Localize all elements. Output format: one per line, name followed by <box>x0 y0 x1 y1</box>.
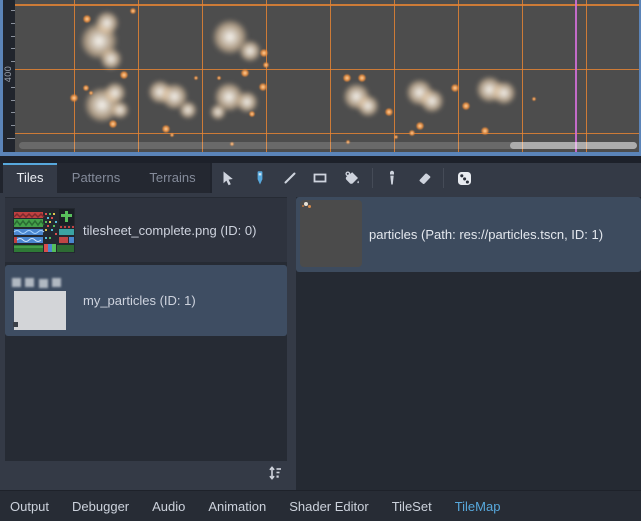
line-tool[interactable] <box>278 166 302 190</box>
particle-spark <box>385 108 394 117</box>
paint-tool[interactable] <box>248 166 272 190</box>
ruler-tick <box>11 125 15 126</box>
particle-spark <box>358 74 367 83</box>
grid-line-vertical <box>138 0 140 152</box>
bottom-tab-output[interactable]: Output <box>10 499 49 514</box>
list-item-tilesheet[interactable]: tilesheet_complete.png (ID: 0) <box>5 198 287 262</box>
list-item-label: particles (Path: res://particles.tscn, I… <box>369 197 603 272</box>
list-item-label: tilesheet_complete.png (ID: 0) <box>83 198 256 262</box>
bottom-tab-audio[interactable]: Audio <box>152 499 185 514</box>
toolbar-separator <box>443 168 444 188</box>
particle-blob <box>95 11 119 35</box>
list-item-particles-scene[interactable]: particles (Path: res://particles.tscn, I… <box>296 197 641 272</box>
particles-texture-thumbnail <box>12 278 74 333</box>
particles-scene-thumbnail <box>300 200 362 267</box>
particle-spark <box>83 85 90 92</box>
particle-spark <box>109 120 118 129</box>
particle-spark <box>70 94 79 103</box>
bottom-tab-tileset[interactable]: TileSet <box>392 499 432 514</box>
scene-tiles-list[interactable]: particles (Path: res://particles.tscn, I… <box>296 197 641 490</box>
bottom-tab-animation[interactable]: Animation <box>208 499 266 514</box>
particle-spark <box>194 76 198 80</box>
ruler-tick <box>11 10 15 11</box>
sort-icon <box>266 464 284 482</box>
particle-spark <box>263 62 270 69</box>
grid-line-vertical <box>458 0 460 152</box>
particle-spark <box>409 130 416 137</box>
ruler-tick <box>11 36 15 37</box>
list-item-label: my_particles (ID: 1) <box>83 265 196 336</box>
tiles-panel: tilesheet_complete.png (ID: 0) my_partic… <box>0 193 641 490</box>
particle-spark <box>416 122 425 131</box>
ruler-tick <box>7 138 15 139</box>
ruler-tick <box>11 87 15 88</box>
rect-tool[interactable] <box>308 166 332 190</box>
particle-spark <box>120 71 129 80</box>
particle-blob <box>357 95 379 117</box>
grid-line-vertical <box>586 0 588 152</box>
grid-line-horizontal <box>15 133 639 135</box>
random-tile-toggle[interactable] <box>452 166 476 190</box>
tilemap-tab-bar: Tiles Patterns Terrains <box>0 163 641 193</box>
vertical-ruler: 400 <box>3 0 15 152</box>
list-item-my-particles[interactable]: my_particles (ID: 1) <box>5 265 287 336</box>
tab-terrains[interactable]: Terrains <box>135 163 210 193</box>
picker-tool[interactable] <box>380 166 404 190</box>
particle-spark <box>170 133 174 137</box>
particle-spark <box>217 76 221 80</box>
grid-line-vertical <box>330 0 332 152</box>
tileset-sources-list[interactable]: tilesheet_complete.png (ID: 0) my_partic… <box>5 197 287 461</box>
particle-spark <box>481 127 490 136</box>
bottom-panel-bar: Output Debugger Audio Animation Shader E… <box>0 490 641 521</box>
grid-line-vertical <box>266 0 268 152</box>
particle-blob <box>210 104 226 120</box>
particle-spark <box>249 111 256 118</box>
particle-blob <box>236 91 258 113</box>
horizontal-scrollbar[interactable] <box>19 142 637 149</box>
ruler-tick <box>11 48 15 49</box>
bottom-tab-tilemap[interactable]: TileMap <box>455 499 501 514</box>
particle-blob <box>239 40 261 62</box>
bucket-fill-tool[interactable] <box>340 166 364 190</box>
particle-blob <box>492 81 516 105</box>
particle-spark <box>343 74 352 83</box>
ruler-tick <box>11 100 15 101</box>
tilemap-canvas[interactable] <box>15 0 639 152</box>
grid-line-vertical <box>74 0 76 152</box>
toolbar-separator <box>372 168 373 188</box>
ruler-tick <box>11 23 15 24</box>
eraser-tool[interactable] <box>412 166 436 190</box>
2d-viewport[interactable]: 400 <box>0 0 641 156</box>
particle-blob <box>420 89 444 113</box>
tilesheet-thumbnail <box>13 208 75 253</box>
particle-spark <box>532 97 536 101</box>
particle-blob <box>111 101 130 120</box>
sort-sources-button[interactable] <box>265 463 285 483</box>
grid-line-vertical <box>522 0 524 152</box>
particle-blob <box>179 101 198 120</box>
particle-spark <box>241 69 250 78</box>
screen-guide-line <box>575 0 577 152</box>
grid-line-vertical <box>394 0 396 152</box>
ruler-tick <box>11 61 15 62</box>
particle-spark <box>260 49 269 58</box>
particle-spark <box>83 15 92 24</box>
tab-patterns[interactable]: Patterns <box>57 163 135 193</box>
ruler-value-label: 400 <box>3 59 15 89</box>
grid-line-vertical <box>202 0 204 152</box>
particle-spark <box>462 102 471 111</box>
tab-tiles[interactable]: Tiles <box>3 163 57 193</box>
particle-blob <box>100 48 122 70</box>
godot-tilemap-editor: 400 Tiles Patterns Terrains <box>0 0 641 521</box>
bottom-tab-debugger[interactable]: Debugger <box>72 499 129 514</box>
bottom-tab-shader-editor[interactable]: Shader Editor <box>289 499 369 514</box>
scrollbar-grabber[interactable] <box>510 142 637 149</box>
ruler-tick <box>11 112 15 113</box>
grid-line-horizontal <box>15 4 639 6</box>
selection-tool[interactable] <box>216 166 240 190</box>
particle-spark <box>394 135 398 139</box>
particle-spark <box>130 8 137 15</box>
